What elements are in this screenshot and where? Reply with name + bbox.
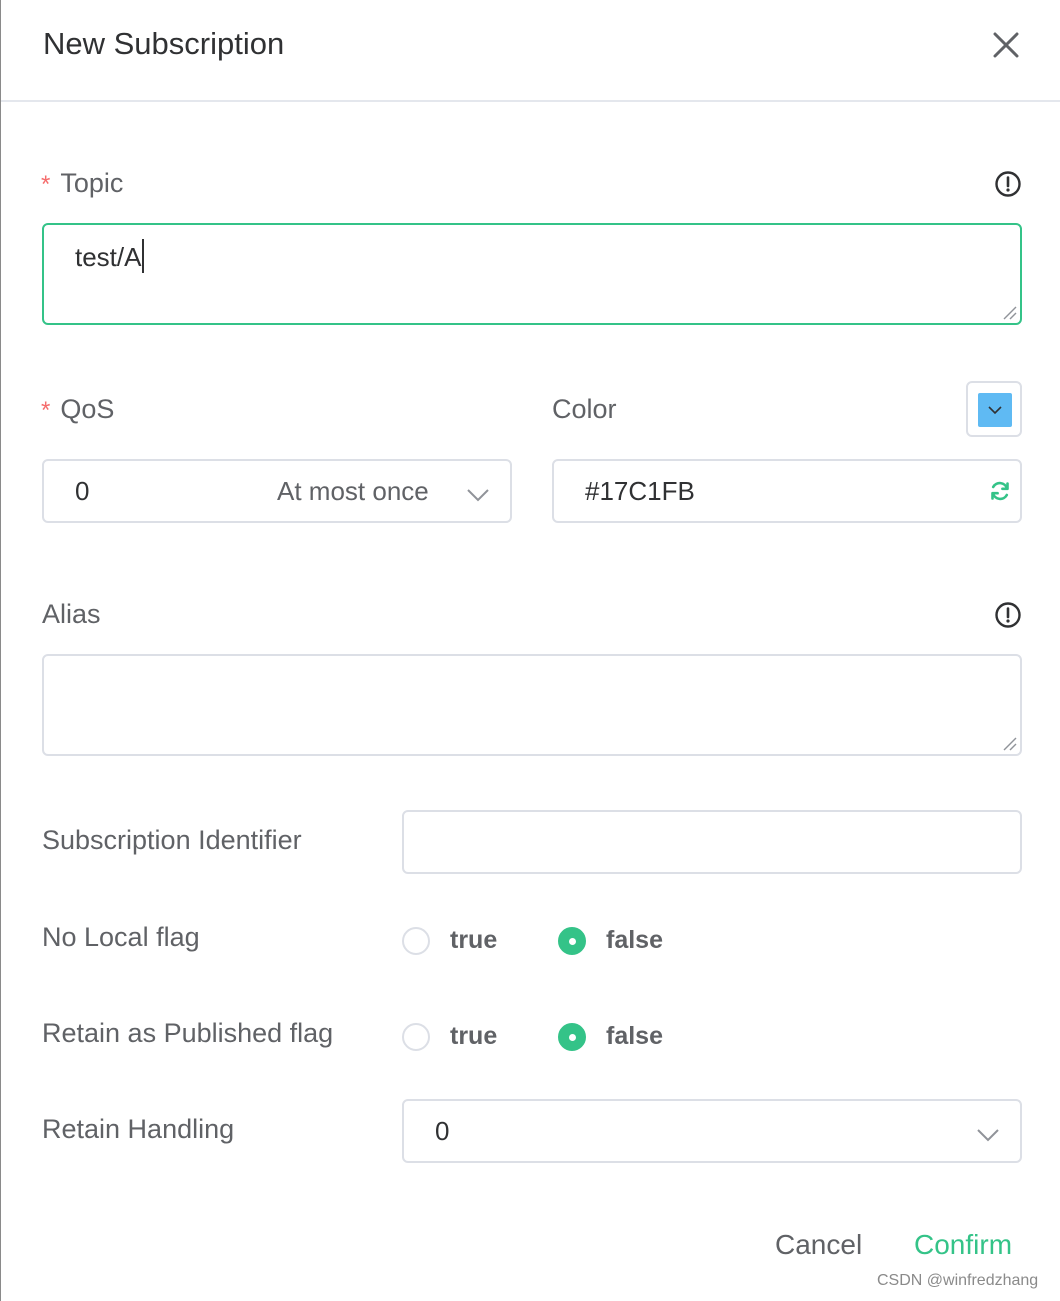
watermark: CSDN @winfredzhang [877, 1272, 1039, 1289]
dialog-header: New Subscription [1, 0, 1060, 102]
color-swatch [978, 393, 1012, 427]
color-picker-button[interactable] [966, 381, 1022, 437]
qos-label: * QoS [41, 394, 114, 425]
qos-select[interactable]: 0 At most once [42, 459, 512, 523]
no-local-flag-label: No Local flag [42, 922, 200, 952]
chevron-down-icon [988, 406, 1002, 415]
confirm-button[interactable]: Confirm [914, 1229, 1012, 1261]
topic-value-text: test/A [75, 242, 142, 272]
info-icon[interactable] [994, 601, 1022, 629]
qos-value: 0 [75, 476, 90, 506]
dialog-title: New Subscription [43, 26, 285, 61]
refresh-icon[interactable] [988, 479, 1012, 503]
cancel-button[interactable]: Cancel [775, 1229, 862, 1261]
qos-label-text: QoS [60, 394, 115, 424]
retain-as-published-label: Retain as Published flag [42, 1018, 334, 1048]
close-icon [993, 32, 1019, 58]
chevron-down-icon [467, 489, 489, 502]
qos-description: At most once [277, 476, 429, 506]
subscription-identifier-input[interactable] [402, 810, 1022, 874]
resize-handle-icon[interactable] [1000, 303, 1018, 321]
no-local-true-radio[interactable] [402, 927, 430, 955]
topic-textarea[interactable]: test/A [42, 223, 1022, 325]
color-value: #17C1FB [585, 476, 695, 506]
new-subscription-dialog: New Subscription * Topic test/A * QoS 0 At… [0, 0, 1060, 1301]
topic-label: * Topic [41, 168, 123, 199]
retain-handling-value: 0 [435, 1116, 450, 1146]
retain-as-published-false-radio[interactable] [558, 1023, 586, 1051]
retain-as-published-true-radio[interactable] [402, 1023, 430, 1051]
info-icon[interactable] [994, 170, 1022, 198]
no-local-false-radio[interactable] [558, 927, 586, 955]
chevron-down-icon [977, 1129, 999, 1142]
alias-label: Alias [42, 599, 101, 629]
close-button[interactable] [989, 28, 1023, 62]
topic-label-text: Topic [60, 168, 124, 198]
retain-handling-select[interactable]: 0 [402, 1099, 1022, 1163]
resize-handle-icon[interactable] [1000, 734, 1018, 752]
required-mark: * [41, 171, 51, 198]
required-mark: * [41, 397, 51, 424]
text-caret [142, 239, 145, 273]
subscription-identifier-label: Subscription Identifier [42, 825, 302, 855]
color-input[interactable]: #17C1FB [552, 459, 1022, 523]
retain-as-published-true-label[interactable]: true [450, 1022, 497, 1051]
alias-textarea[interactable] [42, 654, 1022, 756]
no-local-true-label[interactable]: true [450, 926, 497, 955]
retain-handling-label: Retain Handling [42, 1114, 235, 1144]
no-local-false-label[interactable]: false [606, 926, 663, 955]
retain-as-published-false-label[interactable]: false [606, 1022, 663, 1051]
color-label: Color [552, 394, 617, 424]
topic-value: test/A [75, 239, 145, 273]
